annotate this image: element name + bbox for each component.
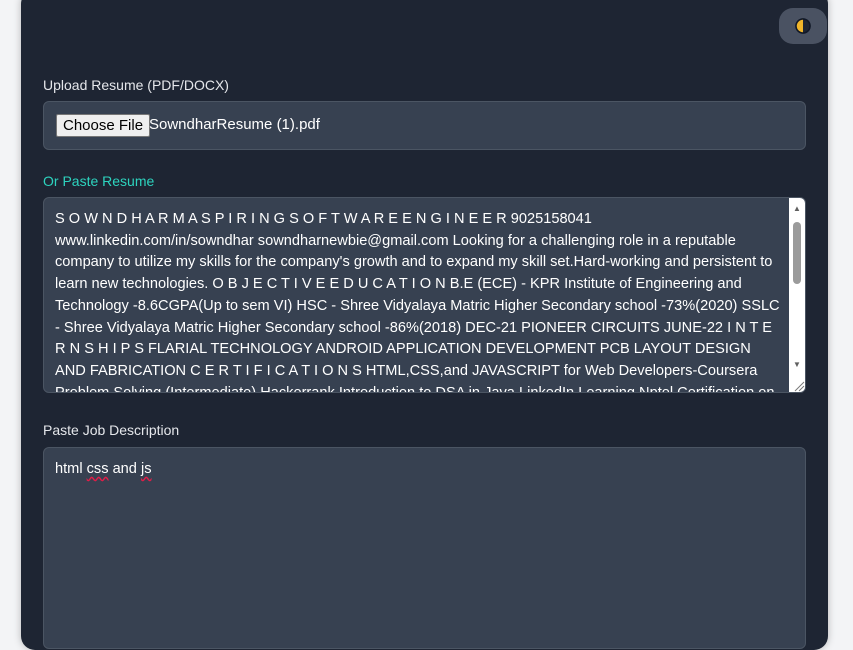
scroll-down-arrow-icon[interactable]: ▼ bbox=[789, 358, 805, 372]
job-description-text: html css and js bbox=[55, 461, 152, 477]
resume-file-input[interactable]: Choose File SowndharResume (1).pdf bbox=[43, 101, 806, 150]
choose-file-button[interactable]: Choose File bbox=[56, 114, 151, 137]
job-description-textarea[interactable]: html css and js bbox=[43, 447, 806, 649]
half-circle-theme-icon bbox=[795, 18, 811, 34]
job-description-label: Paste Job Description bbox=[43, 422, 180, 438]
resume-scrollbar[interactable]: ▲ ▼ bbox=[789, 198, 805, 392]
theme-toggle-button[interactable] bbox=[779, 8, 827, 44]
upload-resume-label: Upload Resume (PDF/DOCX) bbox=[43, 77, 229, 93]
paste-resume-label: Or Paste Resume bbox=[43, 173, 155, 189]
scroll-thumb[interactable] bbox=[793, 222, 801, 284]
resume-textarea[interactable]: S O W N D H A R M A S P I R I N G S O F … bbox=[43, 197, 806, 393]
resize-handle-icon[interactable] bbox=[791, 378, 805, 392]
scroll-up-arrow-icon[interactable]: ▲ bbox=[789, 202, 805, 216]
resume-text-content: S O W N D H A R M A S P I R I N G S O F … bbox=[55, 211, 780, 393]
selected-file-name: SowndharResume (1).pdf bbox=[149, 116, 320, 133]
